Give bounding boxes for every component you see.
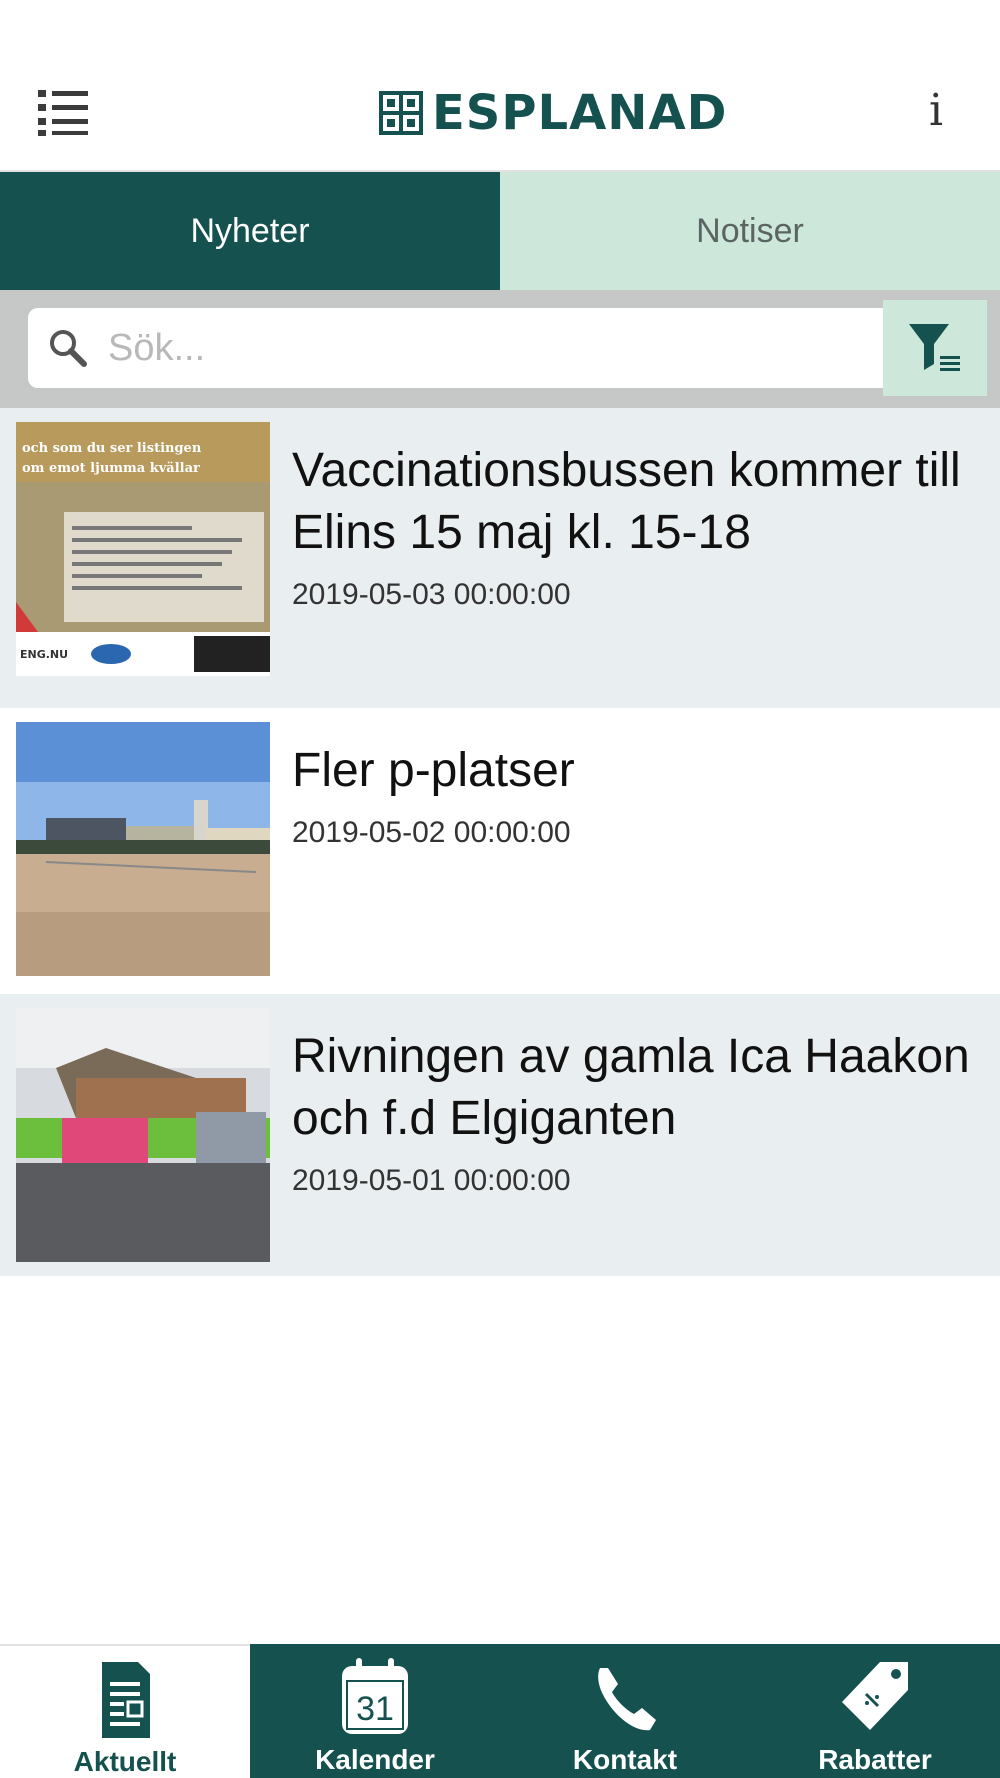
news-title: Fler p-platser [292,744,575,797]
news-title: Rivningen av gamla Ica Haakon och f.d El… [292,1030,970,1145]
news-item[interactable]: Fler p-platser 2019-05-02 00:00:00 [0,708,1000,994]
svg-text:och som du ser listingen: och som du ser listingen [22,441,202,456]
logo-text: ESPLANAD [432,85,728,141]
nav-item-kontakt[interactable]: Kontakt [500,1644,750,1778]
filter-icon [909,324,960,371]
news-item[interactable]: och som du ser listingen om emot ljumma … [0,408,1000,708]
tab-nyheter[interactable]: Nyheter [0,172,500,290]
search-input[interactable] [108,313,888,383]
nav-item-kalender[interactable]: 31 Kalender [250,1644,500,1778]
calendar-icon: 31 [342,1658,408,1734]
news-date: 2019-05-03 00:00:00 [292,578,571,611]
logo-mark-icon [379,91,423,135]
news-list: och som du ser listingen om emot ljumma … [0,408,1000,1276]
info-button[interactable]: i [920,86,952,136]
document-icon [102,1662,150,1738]
news-thumbnail-image [16,722,270,976]
app-logo: ESPLANAD [378,88,727,138]
news-item[interactable]: Rivningen av gamla Ica Haakon och f.d El… [0,994,1000,1276]
nav-item-rabatter[interactable]: Rabatter [750,1644,1000,1778]
list-menu-icon[interactable] [36,86,90,138]
filter-button[interactable] [883,300,987,396]
news-date: 2019-05-01 00:00:00 [292,1164,571,1197]
svg-text:om emot ljumma kvällar: om emot ljumma kvällar [22,461,200,476]
svg-text:ENG.NU: ENG.NU [20,648,68,661]
nav-label: Rabatter [818,1744,932,1775]
calendar-day: 31 [356,1690,394,1728]
app-header: ESPLANAD i [0,0,1000,172]
news-date: 2019-05-02 00:00:00 [292,816,571,849]
search-bar [0,290,1000,408]
nav-label: Kalender [315,1744,435,1775]
nav-label: Aktuellt [73,1746,177,1777]
search-box [28,308,888,388]
news-title: Vaccinationsbussen kommer till Elins 15 … [292,444,961,559]
news-thumbnail-image [16,1008,270,1262]
nav-label: Kontakt [572,1744,678,1775]
phone-icon [598,1668,656,1731]
tab-bar: Nyheter Notiser [0,172,1000,290]
search-icon [50,330,87,367]
tab-notiser[interactable]: Notiser [500,172,1000,290]
bottom-nav: Aktuellt 31 Kalender Kontakt Rabatter [0,1644,1000,1778]
tag-icon [842,1662,908,1730]
nav-item-aktuellt[interactable]: Aktuellt [0,1644,250,1778]
news-thumbnail-image: och som du ser listingen om emot ljumma … [16,422,270,676]
